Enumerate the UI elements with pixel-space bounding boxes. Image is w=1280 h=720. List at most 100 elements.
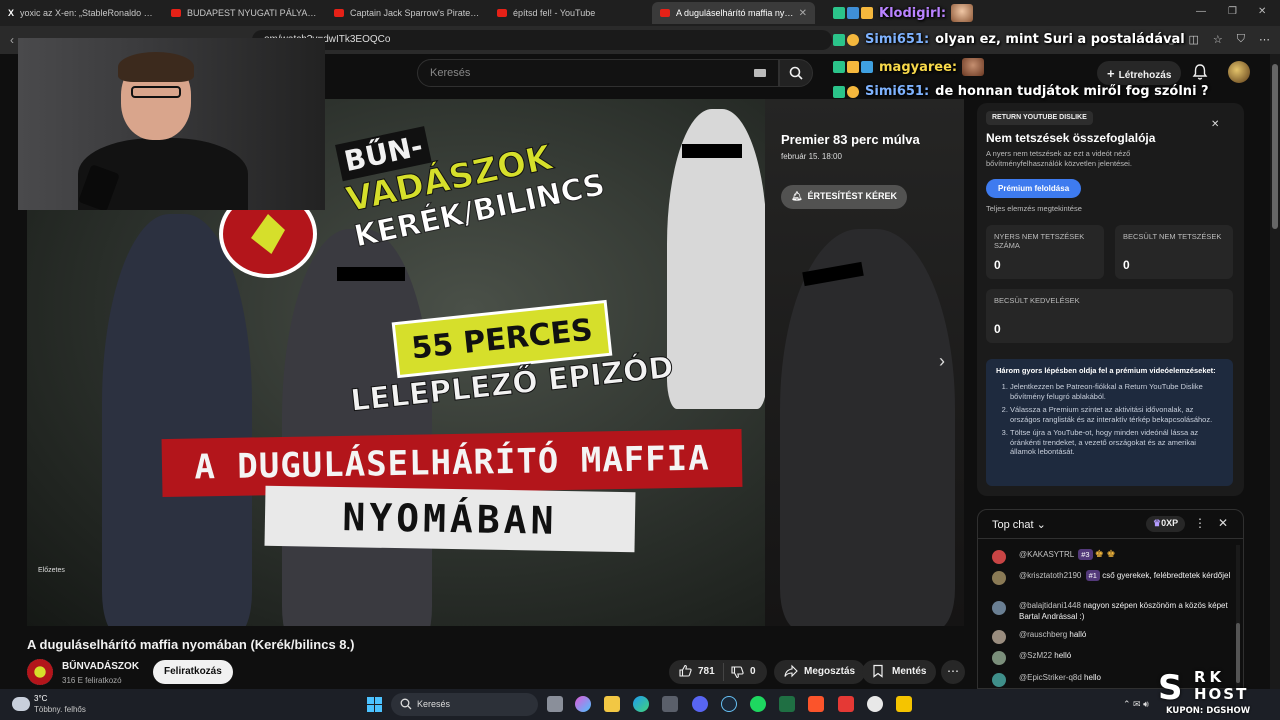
brave-browser-icon[interactable] (808, 696, 824, 712)
steam-icon[interactable] (721, 696, 737, 712)
temperature[interactable]: 3°C (34, 694, 47, 703)
chat-author[interactable]: @balajtidani1448 (1019, 601, 1081, 610)
browser-tab[interactable]: Captain Jack Sparrow's Pirate Ship 10 (326, 2, 489, 24)
stream-chat-overlay: Klodigirl: Simi651: olyan ez, mint Suri … (833, 2, 1280, 102)
search-input[interactable]: Keresés (417, 59, 779, 87)
stream-chat-line: Simi651: olyan ez, mint Suri a postaládá… (833, 32, 1185, 47)
crown-icon: ♛ (1153, 518, 1162, 528)
step-item: Töltse újra a YouTube-ot, hogy minden vi… (1010, 428, 1223, 457)
stream-chat-message: olyan ez, mint Suri a postaládával (935, 32, 1185, 47)
x-icon: X (8, 8, 15, 18)
chat-author[interactable]: @KAKASYTRL (1019, 550, 1074, 559)
tab-label: A duguláselhárító maffia nyomá (676, 8, 795, 18)
avatar[interactable] (992, 601, 1006, 615)
browser-tab[interactable]: BUDAPEST NYUGATI PÁLYAUDVA (163, 2, 326, 24)
unlock-premium-button[interactable]: Prémium feloldása (986, 179, 1082, 198)
task-view-icon[interactable] (547, 696, 563, 712)
subscribe-button[interactable]: Feliratkozás (153, 660, 233, 684)
step-item: Válassza a Premium szintet az aktivitási… (1010, 405, 1223, 424)
browser-tab[interactable]: X yoxic az X-en: „StableRonaldo crashe (0, 2, 163, 24)
taskbar-search-placeholder: Keresés (417, 699, 451, 709)
search-button[interactable] (779, 59, 813, 87)
chat-author[interactable]: @krisztatoth2190 (1019, 571, 1081, 580)
avatar[interactable] (992, 630, 1006, 644)
store-icon[interactable] (662, 696, 678, 712)
xp-badge[interactable]: ♛0XP (1146, 516, 1186, 532)
webcam-streamer-hair (118, 52, 194, 82)
system-tray[interactable]: ⌃ ✉ 🔊︎ (1123, 699, 1149, 710)
windows-start-icon[interactable] (367, 697, 382, 712)
chevron-right-icon[interactable]: › (939, 351, 945, 372)
edge-icon[interactable] (633, 696, 649, 712)
chat-author[interactable]: @SzM22 (1019, 651, 1052, 660)
stat-label: BECSÜLT NEM TETSZÉSEK (1123, 232, 1222, 241)
full-analysis-link[interactable]: Teljes elemzés megtekintése (986, 204, 1082, 213)
stream-chat-user: Klodigirl: (879, 5, 947, 21)
crown-badge-icon (861, 7, 873, 19)
browser-tab-active[interactable]: A duguláselhárító maffia nyomá ✕ (652, 2, 815, 24)
more-options-button[interactable]: ⋯ (941, 660, 965, 684)
thumbs-up-icon[interactable] (679, 664, 692, 680)
channel-avatar[interactable] (27, 659, 53, 685)
chat-author[interactable]: @EpicStriker-q8d (1019, 673, 1082, 682)
rank-badge: #3 (1078, 549, 1093, 560)
coin-badge-icon (847, 85, 859, 98)
copilot-icon[interactable] (575, 696, 591, 712)
notify-button[interactable]: 🔔︎ ÉRTESÍTÉST KÉREK (781, 185, 907, 209)
dislike-count[interactable]: 0 (750, 666, 756, 677)
obs-icon[interactable] (867, 696, 883, 712)
browser-tab[interactable]: építsd fel! - YouTube (489, 2, 652, 24)
weather-description[interactable]: Többny. felhős (34, 705, 86, 714)
url-field[interactable]: om/watch?v=dwITk3EOQCo (252, 30, 832, 50)
chat-message: @KAKASYTRL #3 ♚ ♚ (992, 549, 1232, 564)
share-button[interactable]: Megosztás (774, 660, 866, 684)
stat-label: NYERS NEM TETSZÉSEK SZÁMA (994, 232, 1085, 250)
keyboard-icon[interactable] (754, 69, 766, 77)
close-icon[interactable]: ✕ (1218, 516, 1228, 530)
spotify-icon[interactable] (750, 696, 766, 712)
avatar[interactable] (992, 673, 1006, 687)
chat-scrollbar[interactable] (1236, 545, 1240, 688)
banner-text: A DUGULÁSELHÁRÍTÓ MAFFIA (194, 438, 710, 488)
streamer-webcam (18, 38, 325, 210)
badge-icon (847, 7, 859, 19)
stream-chat-user: magyaree: (879, 59, 958, 75)
ryd-title: Nem tetszések összefoglalója (986, 131, 1156, 145)
avatar[interactable] (992, 550, 1006, 564)
step-item: Jelentkezzen be Patreon-fiókkal a Return… (1010, 382, 1223, 401)
discord-icon[interactable] (692, 696, 708, 712)
avatar[interactable] (992, 651, 1006, 665)
excel-icon[interactable] (779, 696, 795, 712)
emote-icon (962, 58, 985, 76)
thumbnail-red-banner: A DUGULÁSELHÁRÍTÓ MAFFIA (161, 428, 743, 498)
avatar[interactable] (992, 571, 1006, 585)
chat-author[interactable]: @rauschberg (1019, 630, 1067, 639)
duration-tag-text: 55 PERCES (409, 312, 595, 366)
bell-icon: 🔔︎ (791, 191, 803, 201)
scrollbar-thumb[interactable] (1272, 64, 1278, 229)
close-tab-icon[interactable]: ✕ (795, 8, 807, 19)
bookmark-icon (872, 664, 884, 681)
save-button[interactable]: Mentés (862, 660, 937, 684)
youtube-icon (171, 9, 181, 17)
close-icon[interactable]: ✕ (1211, 119, 1219, 130)
file-explorer-icon[interactable] (604, 696, 620, 712)
kick-badge-icon (833, 61, 845, 73)
more-vert-icon[interactable]: ⋮ (1194, 516, 1206, 530)
webcam-glasses (131, 86, 181, 98)
stat-label: BECSÜLT KEDVELÉSEK (994, 296, 1080, 305)
cloud-icon[interactable] (12, 697, 30, 711)
like-dislike-group: 781 0 (669, 660, 767, 684)
top-chat-dropdown[interactable]: Top chat ⌄ (992, 518, 1046, 531)
channel-name[interactable]: BŰNVADÁSZOK (62, 661, 139, 672)
app-icon[interactable] (838, 696, 854, 712)
like-count[interactable]: 781 (698, 666, 715, 677)
thumbnail-person (780, 229, 955, 626)
back-icon[interactable]: ‹ (10, 33, 14, 47)
watermark-line: HOST (1194, 685, 1249, 703)
search-placeholder: Keresés (430, 67, 471, 79)
taskbar-search[interactable]: Keresés (391, 693, 538, 716)
page-scrollbar[interactable] (1270, 54, 1280, 689)
app-icon[interactable] (896, 696, 912, 712)
thumbs-down-icon[interactable] (731, 666, 744, 682)
